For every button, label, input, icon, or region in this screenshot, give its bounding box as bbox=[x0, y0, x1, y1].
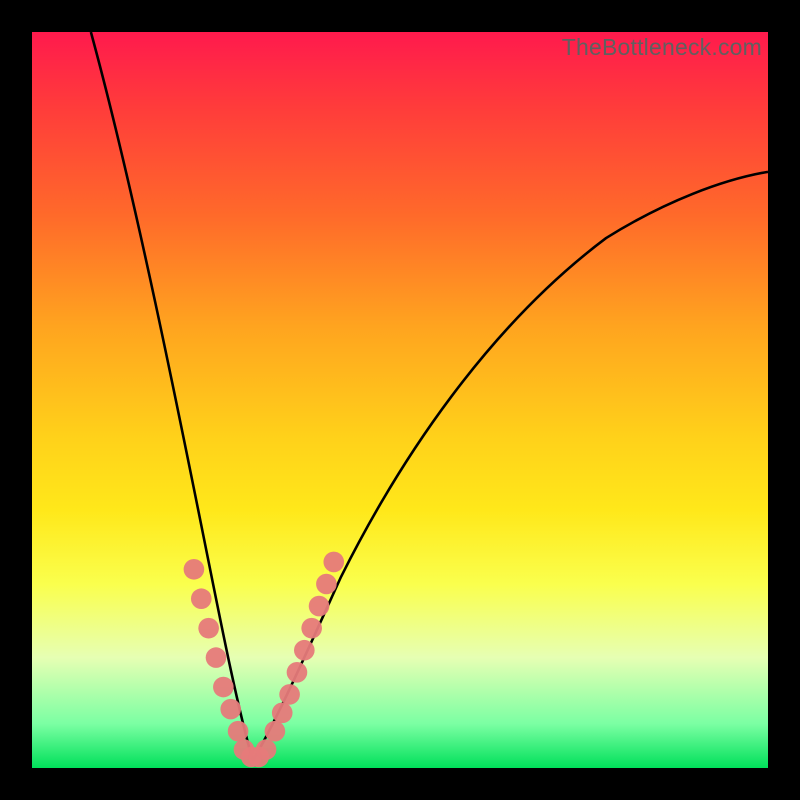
curve-right bbox=[253, 172, 768, 761]
beads-group bbox=[184, 552, 344, 768]
plot-area: TheBottleneck.com bbox=[32, 32, 768, 768]
curve-svg bbox=[32, 32, 768, 768]
chart-frame: TheBottleneck.com bbox=[0, 0, 800, 800]
curve-left bbox=[91, 32, 253, 761]
